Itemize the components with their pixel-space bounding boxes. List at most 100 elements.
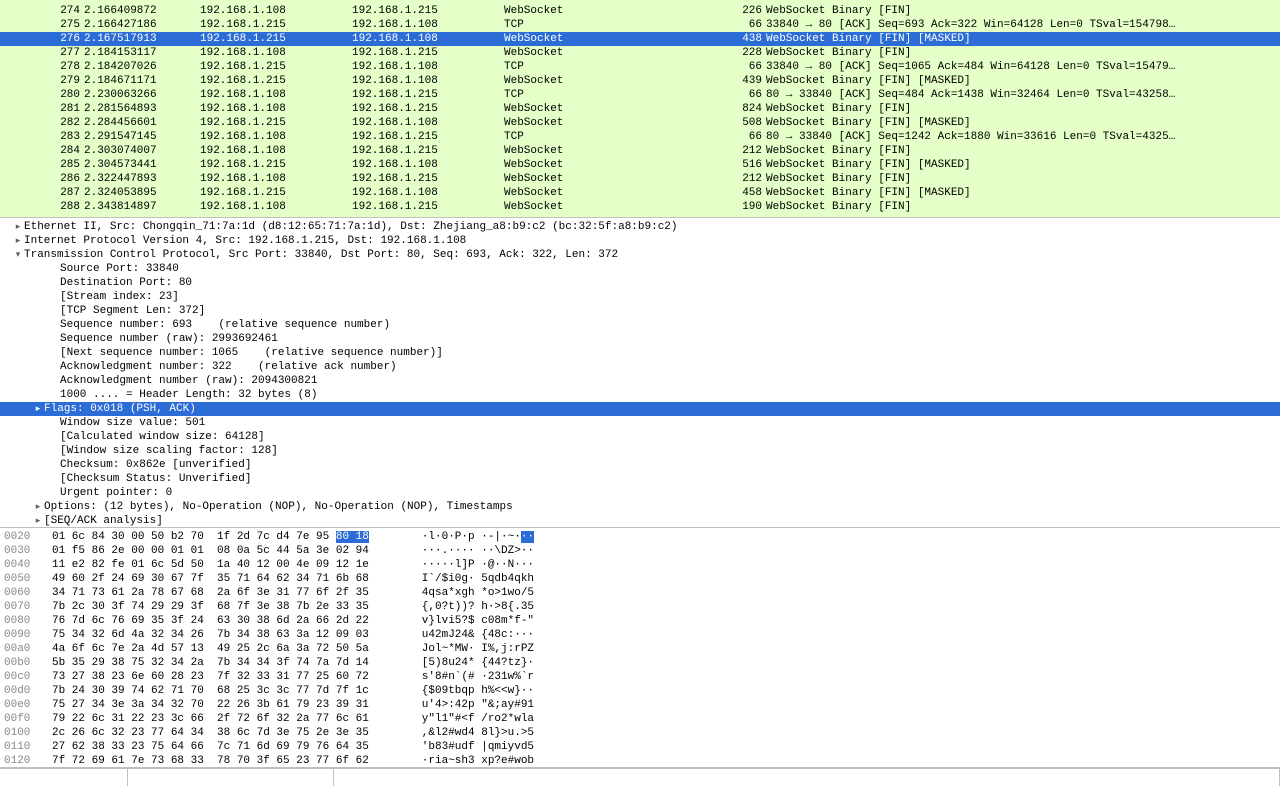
hex-bytes: 7f 72 69 61 7e 73 68 33 78 70 3f 65 23 7…	[52, 754, 402, 768]
packet-row[interactable]: 2832.291547145192.168.1.108192.168.1.215…	[0, 130, 1280, 144]
packet-row[interactable]: 2852.304573441192.168.1.215192.168.1.108…	[0, 158, 1280, 172]
hex-bytes: 27 62 38 33 23 75 64 66 7c 71 6d 69 79 7…	[52, 740, 402, 754]
hex-ascii: u42mJ24& {48c:···	[402, 628, 534, 642]
hex-ascii: ·l·0·P·p ·-|·~···	[402, 530, 534, 544]
hex-row[interactable]: 002001 6c 84 30 00 50 b2 70 1f 2d 7c d4 …	[0, 530, 1280, 544]
hex-row[interactable]: 011027 62 38 33 23 75 64 66 7c 71 6d 69 …	[0, 740, 1280, 754]
detail-row[interactable]: [Calculated window size: 64128]	[0, 430, 1280, 444]
packet-row[interactable]: 2792.184671171192.168.1.215192.168.1.108…	[0, 74, 1280, 88]
detail-text: [TCP Segment Len: 372]	[60, 304, 205, 318]
hex-offset: 00f0	[4, 712, 52, 726]
hex-bytes: 7b 24 30 39 74 62 71 70 68 25 3c 3c 77 7…	[52, 684, 402, 698]
detail-text: Window size value: 501	[60, 416, 205, 430]
packet-bytes-pane[interactable]: 002001 6c 84 30 00 50 b2 70 1f 2d 7c d4 …	[0, 528, 1280, 768]
detail-row[interactable]: [Window size scaling factor: 128]	[0, 444, 1280, 458]
detail-text: Flags: 0x018 (PSH, ACK)	[44, 402, 196, 416]
expand-arrow-icon[interactable]: ▸	[14, 220, 22, 234]
hex-row[interactable]: 00f079 22 6c 31 22 23 3c 66 2f 72 6f 32 …	[0, 712, 1280, 726]
detail-row[interactable]: ▸Flags: 0x018 (PSH, ACK)	[0, 402, 1280, 416]
detail-row[interactable]: ▾Transmission Control Protocol, Src Port…	[0, 248, 1280, 262]
expand-arrow-icon[interactable]: ▸	[34, 514, 42, 528]
hex-ascii: {$09tbqp h%<<w}··	[402, 684, 534, 698]
hex-row[interactable]: 003001 f5 86 2e 00 00 01 01 08 0a 5c 44 …	[0, 544, 1280, 558]
packet-row[interactable]: 2742.166409872192.168.1.108192.168.1.215…	[0, 4, 1280, 18]
packet-row[interactable]: 2822.284456601192.168.1.215192.168.1.108…	[0, 116, 1280, 130]
packet-row[interactable]: 2762.167517913192.168.1.215192.168.1.108…	[0, 32, 1280, 46]
hex-bytes: 73 27 38 23 6e 60 28 23 7f 32 33 31 77 2…	[52, 670, 402, 684]
packet-row[interactable]: 2772.184153117192.168.1.108192.168.1.215…	[0, 46, 1280, 60]
expand-arrow-icon[interactable]: ▸	[34, 500, 42, 514]
detail-text: [Stream index: 23]	[60, 290, 179, 304]
hex-ascii: ,&l2#wd4 8l}>u.>5	[402, 726, 534, 740]
hex-row[interactable]: 00c073 27 38 23 6e 60 28 23 7f 32 33 31 …	[0, 670, 1280, 684]
detail-row[interactable]: [TCP Segment Len: 372]	[0, 304, 1280, 318]
expand-arrow-icon[interactable]: ▸	[34, 402, 42, 416]
detail-row[interactable]: ▸[SEQ/ACK analysis]	[0, 514, 1280, 528]
hex-bytes: 5b 35 29 38 75 32 34 2a 7b 34 34 3f 74 7…	[52, 656, 402, 670]
hex-row[interactable]: 01002c 26 6c 32 23 77 64 34 38 6c 7d 3e …	[0, 726, 1280, 740]
hex-ascii: ·ria~sh3 xp?e#wob	[402, 754, 534, 768]
packet-row[interactable]: 2842.303074007192.168.1.108192.168.1.215…	[0, 144, 1280, 158]
detail-row[interactable]: Acknowledgment number (raw): 2094300821	[0, 374, 1280, 388]
hex-row[interactable]: 004011 e2 82 fe 01 6c 5d 50 1a 40 12 00 …	[0, 558, 1280, 572]
detail-row[interactable]: Destination Port: 80	[0, 276, 1280, 290]
hex-offset: 0110	[4, 740, 52, 754]
expand-arrow-icon[interactable]: ▸	[14, 234, 22, 248]
hex-row[interactable]: 00d07b 24 30 39 74 62 71 70 68 25 3c 3c …	[0, 684, 1280, 698]
detail-row[interactable]: Urgent pointer: 0	[0, 486, 1280, 500]
hex-bytes: 4a 6f 6c 7e 2a 4d 57 13 49 25 2c 6a 3a 7…	[52, 642, 402, 656]
hex-bytes: 75 27 34 3e 3a 34 32 70 22 26 3b 61 79 2…	[52, 698, 402, 712]
detail-row[interactable]: [Next sequence number: 1065 (relative se…	[0, 346, 1280, 360]
hex-ascii: v}lvi5?$ c08m*f-"	[402, 614, 534, 628]
hex-ascii: I`/$i0g· 5qdb4qkh	[402, 572, 534, 586]
hex-ascii: [5)8u24* {44?tz}·	[402, 656, 534, 670]
hex-ascii: 4qsa*xgh *o>1wo/5	[402, 586, 534, 600]
detail-row[interactable]: ▸Internet Protocol Version 4, Src: 192.1…	[0, 234, 1280, 248]
packet-list-pane[interactable]: 2742.166409872192.168.1.108192.168.1.215…	[0, 0, 1280, 218]
hex-row[interactable]: 009075 34 32 6d 4a 32 34 26 7b 34 38 63 …	[0, 628, 1280, 642]
detail-text: [Checksum Status: Unverified]	[60, 472, 251, 486]
packet-details-pane[interactable]: ▸Ethernet II, Src: Chongqin_71:7a:1d (d8…	[0, 218, 1280, 528]
hex-bytes: 7b 2c 30 3f 74 29 29 3f 68 7f 3e 38 7b 2…	[52, 600, 402, 614]
hex-row[interactable]: 008076 7d 6c 76 69 35 3f 24 63 30 38 6d …	[0, 614, 1280, 628]
packet-row[interactable]: 2862.322447893192.168.1.108192.168.1.215…	[0, 172, 1280, 186]
packet-row[interactable]: 2752.166427186192.168.1.215192.168.1.108…	[0, 18, 1280, 32]
detail-text: [Window size scaling factor: 128]	[60, 444, 278, 458]
hex-row[interactable]: 01207f 72 69 61 7e 73 68 33 78 70 3f 65 …	[0, 754, 1280, 768]
detail-row[interactable]: Sequence number: 693 (relative sequence …	[0, 318, 1280, 332]
hex-offset: 0020	[4, 530, 52, 544]
status-bar	[0, 768, 1280, 786]
hex-bytes: 11 e2 82 fe 01 6c 5d 50 1a 40 12 00 4e 0…	[52, 558, 402, 572]
detail-text: [SEQ/ACK analysis]	[44, 514, 163, 528]
packet-row[interactable]: 2882.343814897192.168.1.108192.168.1.215…	[0, 200, 1280, 214]
hex-row[interactable]: 005049 60 2f 24 69 30 67 7f 35 71 64 62 …	[0, 572, 1280, 586]
hex-row[interactable]: 00707b 2c 30 3f 74 29 29 3f 68 7f 3e 38 …	[0, 600, 1280, 614]
detail-row[interactable]: Acknowledgment number: 322 (relative ack…	[0, 360, 1280, 374]
hex-ascii: 'b83#udf |qmiyvd5	[402, 740, 534, 754]
hex-bytes: 79 22 6c 31 22 23 3c 66 2f 72 6f 32 2a 7…	[52, 712, 402, 726]
packet-row[interactable]: 2802.230063266192.168.1.108192.168.1.215…	[0, 88, 1280, 102]
detail-text: Acknowledgment number (raw): 2094300821	[60, 374, 317, 388]
detail-row[interactable]: Checksum: 0x862e [unverified]	[0, 458, 1280, 472]
hex-row[interactable]: 00b05b 35 29 38 75 32 34 2a 7b 34 34 3f …	[0, 656, 1280, 670]
detail-row[interactable]: 1000 .... = Header Length: 32 bytes (8)	[0, 388, 1280, 402]
detail-row[interactable]: Source Port: 33840	[0, 262, 1280, 276]
hex-ascii: {,0?t))? h·>8{.35	[402, 600, 534, 614]
hex-row[interactable]: 00a04a 6f 6c 7e 2a 4d 57 13 49 25 2c 6a …	[0, 642, 1280, 656]
detail-text: Urgent pointer: 0	[60, 486, 172, 500]
packet-row[interactable]: 2812.281564893192.168.1.108192.168.1.215…	[0, 102, 1280, 116]
expand-arrow-icon[interactable]: ▾	[14, 248, 22, 262]
hex-bytes: 34 71 73 61 2a 78 67 68 2a 6f 3e 31 77 6…	[52, 586, 402, 600]
detail-row[interactable]: ▸Ethernet II, Src: Chongqin_71:7a:1d (d8…	[0, 220, 1280, 234]
detail-row[interactable]: [Checksum Status: Unverified]	[0, 472, 1280, 486]
detail-row[interactable]: Window size value: 501	[0, 416, 1280, 430]
detail-row[interactable]: ▸Options: (12 bytes), No-Operation (NOP)…	[0, 500, 1280, 514]
detail-row[interactable]: [Stream index: 23]	[0, 290, 1280, 304]
hex-offset: 0090	[4, 628, 52, 642]
hex-row[interactable]: 00e075 27 34 3e 3a 34 32 70 22 26 3b 61 …	[0, 698, 1280, 712]
packet-row[interactable]: 2782.184207026192.168.1.215192.168.1.108…	[0, 60, 1280, 74]
hex-row[interactable]: 006034 71 73 61 2a 78 67 68 2a 6f 3e 31 …	[0, 586, 1280, 600]
detail-row[interactable]: Sequence number (raw): 2993692461	[0, 332, 1280, 346]
packet-row[interactable]: 2872.324053895192.168.1.215192.168.1.108…	[0, 186, 1280, 200]
hex-ascii: ···.···· ··\DZ>··	[402, 544, 534, 558]
